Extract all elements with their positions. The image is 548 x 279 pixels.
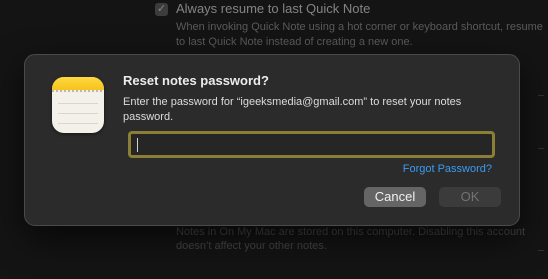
dialog-message: Enter the password for “igeeksmedia@gmai… — [123, 96, 462, 123]
password-input[interactable] — [131, 134, 492, 155]
text-cursor — [137, 138, 138, 152]
dialog-title: Reset notes password? — [123, 73, 269, 88]
password-field-focus-ring — [128, 131, 495, 158]
notes-app-icon — [52, 77, 104, 133]
reset-password-dialog: Reset notes password? Enter the password… — [24, 54, 520, 226]
ok-button[interactable]: OK — [439, 187, 501, 207]
forgot-password-link[interactable]: Forgot Password? — [403, 163, 492, 175]
cancel-button[interactable]: Cancel — [364, 187, 426, 207]
